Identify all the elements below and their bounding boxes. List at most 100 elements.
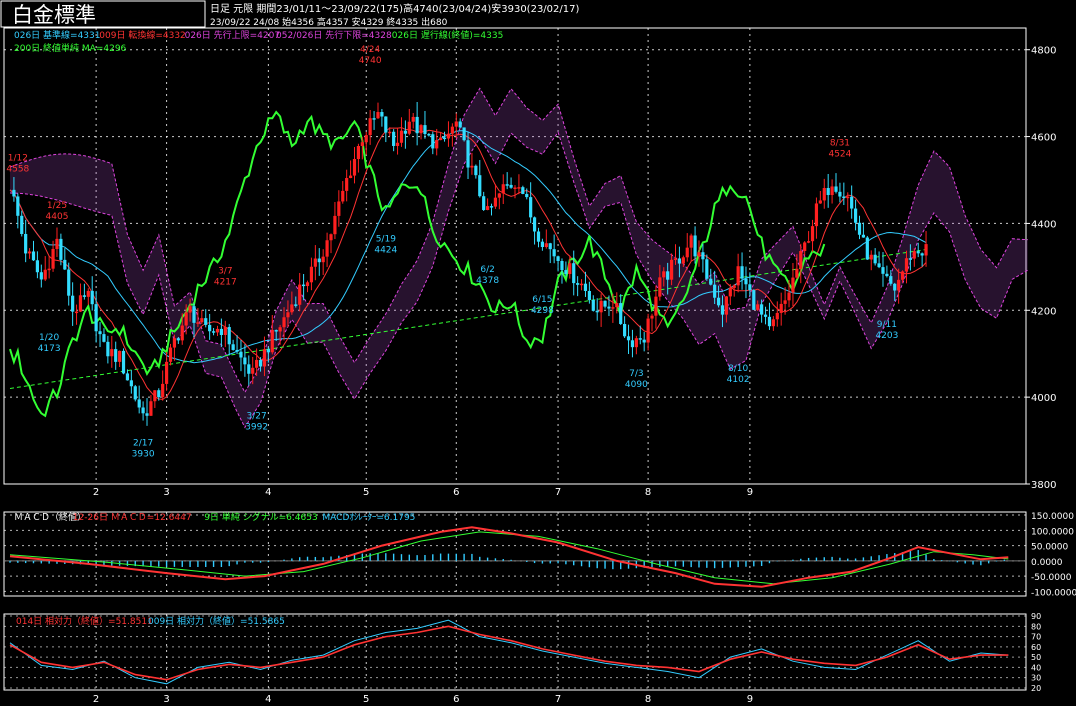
candle-down [415, 116, 419, 134]
annotation-value: 3930 [132, 450, 155, 460]
candle-up [329, 234, 333, 241]
candle-down [826, 188, 830, 196]
candle-up [341, 190, 345, 202]
candle-up [470, 165, 474, 168]
macd-tick-label: 150.0000 [1031, 512, 1074, 522]
candle-up [803, 242, 807, 252]
candle-up [110, 349, 114, 357]
candle-up [454, 121, 458, 127]
candle-up [818, 200, 822, 204]
candle-up [27, 251, 32, 254]
candle-up [724, 296, 728, 315]
candle-up [599, 300, 603, 313]
candle-down [20, 215, 24, 234]
macd-panel-frame [3, 511, 1027, 597]
candle-up [673, 258, 678, 260]
candle-up [912, 251, 916, 259]
candle-up [795, 268, 799, 278]
candle-down [372, 118, 376, 120]
candle-down [740, 266, 744, 279]
candle-up [313, 258, 317, 267]
candle-down [701, 252, 705, 260]
candle-down [219, 328, 223, 336]
candle-down [716, 297, 721, 306]
candle-down [133, 386, 137, 400]
candle-up [200, 318, 204, 323]
candle-down [752, 290, 756, 310]
candle-down [106, 341, 110, 357]
macd-legend-entry: 9日 単純 シグナル=6.4653 [204, 511, 317, 523]
candle-down [861, 234, 866, 238]
candle-down [881, 267, 885, 274]
candle-down [247, 364, 251, 374]
candle-up [255, 359, 259, 368]
candle-down [403, 130, 407, 134]
annotation-date: 6/2 [480, 265, 494, 275]
candle-down [258, 359, 263, 367]
candle-down [591, 300, 595, 311]
candle-up [446, 133, 451, 139]
candle-down [82, 295, 86, 297]
candle-down [873, 254, 877, 264]
candle-up [728, 287, 732, 297]
candle-up [368, 118, 372, 136]
candle-down [889, 276, 893, 284]
candle-up [615, 303, 619, 308]
candle-up [270, 330, 274, 353]
candle-down [850, 196, 854, 209]
candle-down [548, 243, 552, 250]
candle-up [309, 266, 314, 283]
candle-down [638, 338, 642, 340]
candle-up [439, 137, 443, 141]
candle-up [501, 184, 505, 194]
candle-up [810, 226, 815, 242]
candle-up [497, 193, 501, 198]
annotation-date: 6/15 [532, 295, 552, 305]
candle-down [587, 290, 591, 301]
price-tick-label: 4600 [1031, 133, 1056, 144]
candle-down [392, 131, 396, 146]
rsi-tick-label: 40 [1031, 663, 1041, 672]
price-tick-label: 3800 [1031, 480, 1056, 491]
candle-up [435, 140, 439, 149]
annotation-date: 1/20 [39, 333, 59, 343]
candle-up [149, 401, 153, 416]
candle-up [74, 311, 79, 314]
candle-up [654, 296, 658, 316]
rsi-tick-label: 50 [1031, 653, 1041, 662]
candle-down [274, 330, 278, 332]
candle-up [286, 312, 290, 318]
candle-down [63, 259, 67, 270]
candle-down [525, 193, 529, 198]
candle-down [145, 413, 149, 416]
chart-canvas: 3800 4000 4200 4400 4600 4800 150.0000 100.0000… [0, 0, 1076, 705]
candle-down [294, 304, 298, 306]
candle-down [90, 290, 94, 305]
candle-up [188, 306, 192, 313]
candle-down [243, 357, 247, 365]
macd-line [9, 526, 1009, 588]
rsi-tick-label: 30 [1031, 674, 1041, 683]
candle-up [485, 206, 490, 210]
annotation-date: 4/24 [360, 45, 380, 55]
candle-up [305, 282, 310, 287]
candle-down [102, 334, 106, 342]
candle-down [157, 390, 161, 398]
candle-up [732, 285, 736, 288]
candle-up [43, 269, 47, 280]
legend-entry: 026日 基準線=4331 [14, 29, 101, 41]
candle-down [763, 314, 768, 317]
candle-up [822, 188, 826, 201]
header-period: 日足 元限 期間23/01/11～23/09/22(175)高4740(23/0… [210, 2, 579, 15]
candle-up [814, 203, 819, 227]
candle-down [427, 133, 431, 136]
annotation-date: 1/25 [47, 201, 67, 211]
annotation-date: 8/31 [830, 139, 850, 149]
x-tick-label: 5 [363, 487, 369, 498]
annotation-date: 8/10 [728, 364, 748, 374]
candle-up [493, 197, 498, 207]
candle-down [709, 278, 713, 285]
candle-down [564, 270, 568, 274]
candle-up [395, 142, 400, 146]
candle-up [646, 318, 650, 343]
